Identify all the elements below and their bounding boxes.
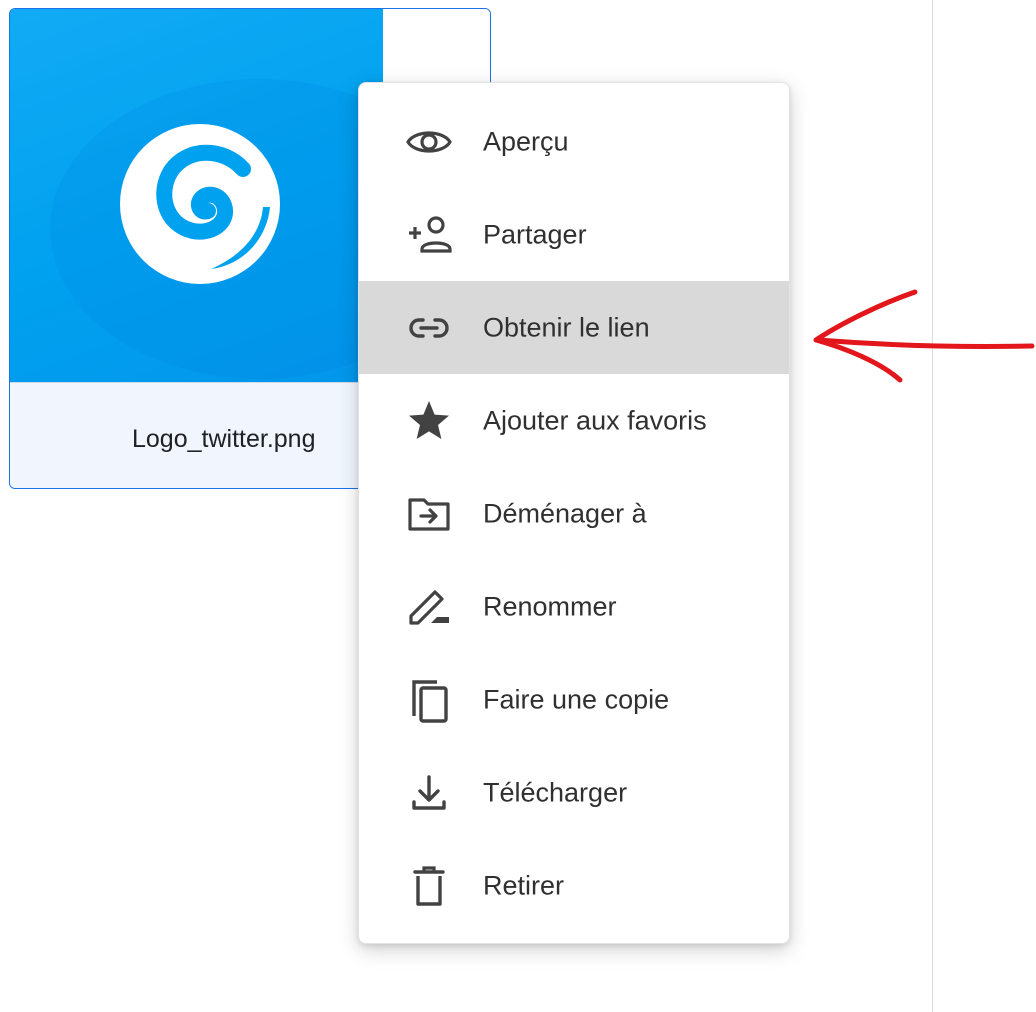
folder-move-icon	[405, 490, 453, 538]
copy-icon	[405, 676, 453, 724]
context-menu: Aperçu Partager Obtenir le lien Ajouter …	[358, 82, 790, 944]
pencil-icon	[405, 583, 453, 631]
menu-item-label: Partager	[483, 219, 587, 249]
menu-item-telecharger[interactable]: Télécharger	[359, 746, 789, 839]
menu-item-label: Ajouter aux favoris	[483, 405, 707, 435]
trash-icon	[405, 862, 453, 910]
menu-item-faire-une-copie[interactable]: Faire une copie	[359, 653, 789, 746]
menu-item-apercu[interactable]: Aperçu	[359, 95, 789, 188]
menu-item-ajouter-aux-favoris[interactable]: Ajouter aux favoris	[359, 374, 789, 467]
menu-item-partager[interactable]: Partager	[359, 188, 789, 281]
menu-item-label: Déménager à	[483, 498, 647, 528]
menu-item-label: Retirer	[483, 870, 565, 900]
menu-item-renommer[interactable]: Renommer	[359, 560, 789, 653]
menu-item-label: Faire une copie	[483, 684, 670, 714]
page: Logo_twitter.png Aperçu Partager Obtenir…	[0, 0, 1036, 1012]
menu-item-label: Télécharger	[483, 777, 628, 807]
menu-item-retirer[interactable]: Retirer	[359, 839, 789, 932]
menu-item-demenager[interactable]: Déménager à	[359, 467, 789, 560]
file-name-label: Logo_twitter.png	[132, 425, 316, 453]
menu-item-label: Obtenir le lien	[483, 312, 650, 342]
link-icon	[405, 304, 453, 352]
person-add-icon	[405, 211, 453, 259]
red-arrow-icon	[800, 280, 1036, 395]
eye-icon	[405, 118, 453, 166]
menu-item-label: Renommer	[483, 591, 617, 621]
swirl-logo-icon	[115, 119, 285, 294]
star-icon	[405, 397, 453, 445]
file-thumbnail[interactable]	[10, 9, 383, 382]
menu-item-label: Aperçu	[483, 126, 569, 156]
panel-divider	[932, 0, 933, 1012]
menu-item-obtenir-le-lien[interactable]: Obtenir le lien	[359, 281, 789, 374]
download-icon	[405, 769, 453, 817]
